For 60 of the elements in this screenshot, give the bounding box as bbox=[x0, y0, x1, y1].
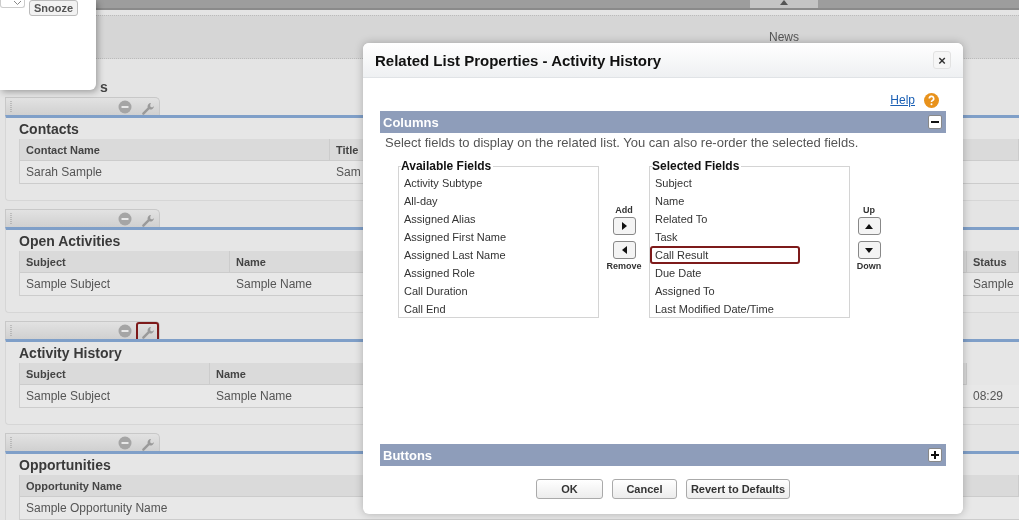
toggle-button[interactable] bbox=[928, 448, 942, 462]
wrench-icon[interactable] bbox=[140, 325, 155, 340]
triangle-up-icon bbox=[865, 223, 873, 229]
section-bar-title: Buttons bbox=[383, 447, 433, 463]
add-label: Add bbox=[615, 205, 633, 215]
toggle-button[interactable] bbox=[928, 115, 942, 129]
drag-bar[interactable] bbox=[5, 321, 160, 339]
description: Select fields to display on the related list. You can also re-order the selected fields. bbox=[384, 134, 860, 150]
minus-circle-icon[interactable] bbox=[118, 211, 132, 226]
section-title: Activity History bbox=[19, 344, 122, 363]
caret-up-icon bbox=[780, 0, 788, 5]
snooze-select[interactable] bbox=[0, 0, 25, 8]
down-label: Down bbox=[856, 261, 882, 271]
chevron-down-icon bbox=[14, 0, 21, 5]
field-list-item[interactable]: Call Result bbox=[650, 246, 800, 264]
minus-circle-icon[interactable] bbox=[118, 435, 132, 450]
column-header[interactable]: Contact Name bbox=[20, 139, 330, 161]
section-bar-title: Columns bbox=[383, 114, 439, 130]
section-title: Opportunities bbox=[19, 456, 111, 475]
triangle-left-icon bbox=[621, 246, 627, 254]
help-icon[interactable] bbox=[924, 92, 939, 108]
close-button[interactable]: × bbox=[933, 51, 951, 69]
wrench-icon[interactable] bbox=[140, 437, 155, 452]
up-label: Up bbox=[863, 205, 875, 215]
snooze-button[interactable]: Snooze bbox=[29, 0, 79, 16]
remove-button[interactable] bbox=[612, 241, 636, 259]
field-list-item[interactable]: Assigned Last Name bbox=[399, 246, 598, 264]
dialog-title: Related List Properties - Activity History bbox=[375, 51, 662, 69]
minus-circle-icon[interactable] bbox=[118, 323, 132, 338]
section-heading: s bbox=[100, 79, 108, 95]
minus-circle-icon[interactable] bbox=[118, 99, 132, 114]
field-list-item[interactable]: Call End bbox=[399, 300, 598, 318]
field-list-item[interactable]: Related To bbox=[650, 210, 849, 228]
move-down-button[interactable] bbox=[857, 241, 881, 259]
field-list-item[interactable]: Last Modified Date/Time bbox=[650, 300, 849, 318]
wrench-icon[interactable] bbox=[140, 213, 155, 228]
section-title: Contacts bbox=[19, 120, 79, 139]
section-title: Open Activities bbox=[19, 232, 121, 251]
remove-label: Remove bbox=[606, 261, 642, 271]
move-up-button[interactable] bbox=[857, 217, 881, 235]
column-header[interactable]: Status bbox=[967, 251, 1019, 273]
triangle-right-icon bbox=[621, 222, 627, 230]
add-button[interactable] bbox=[612, 217, 636, 235]
field-list-item[interactable]: Task bbox=[650, 228, 849, 246]
tab-label[interactable]: News bbox=[769, 30, 799, 44]
dialog-button[interactable]: OK bbox=[535, 479, 603, 499]
collapse-tab[interactable] bbox=[750, 0, 818, 8]
field-list-item[interactable]: Name bbox=[650, 192, 849, 210]
collapse-icon bbox=[931, 118, 939, 126]
expand-icon bbox=[931, 451, 939, 459]
dialog-button[interactable]: Revert to Defaults bbox=[685, 479, 791, 499]
help-link[interactable]: Help bbox=[890, 93, 915, 107]
triangle-down-icon bbox=[865, 247, 873, 253]
field-list-item[interactable]: Assigned Alias bbox=[399, 210, 598, 228]
dialog-button[interactable]: Cancel bbox=[611, 479, 677, 499]
column-header[interactable]: Subject bbox=[20, 251, 230, 273]
field-list-item[interactable]: All-day bbox=[399, 192, 598, 210]
field-list-item[interactable]: Assigned First Name bbox=[399, 228, 598, 246]
column-header[interactable]: Subject bbox=[20, 363, 210, 385]
wrench-icon[interactable] bbox=[140, 101, 155, 116]
